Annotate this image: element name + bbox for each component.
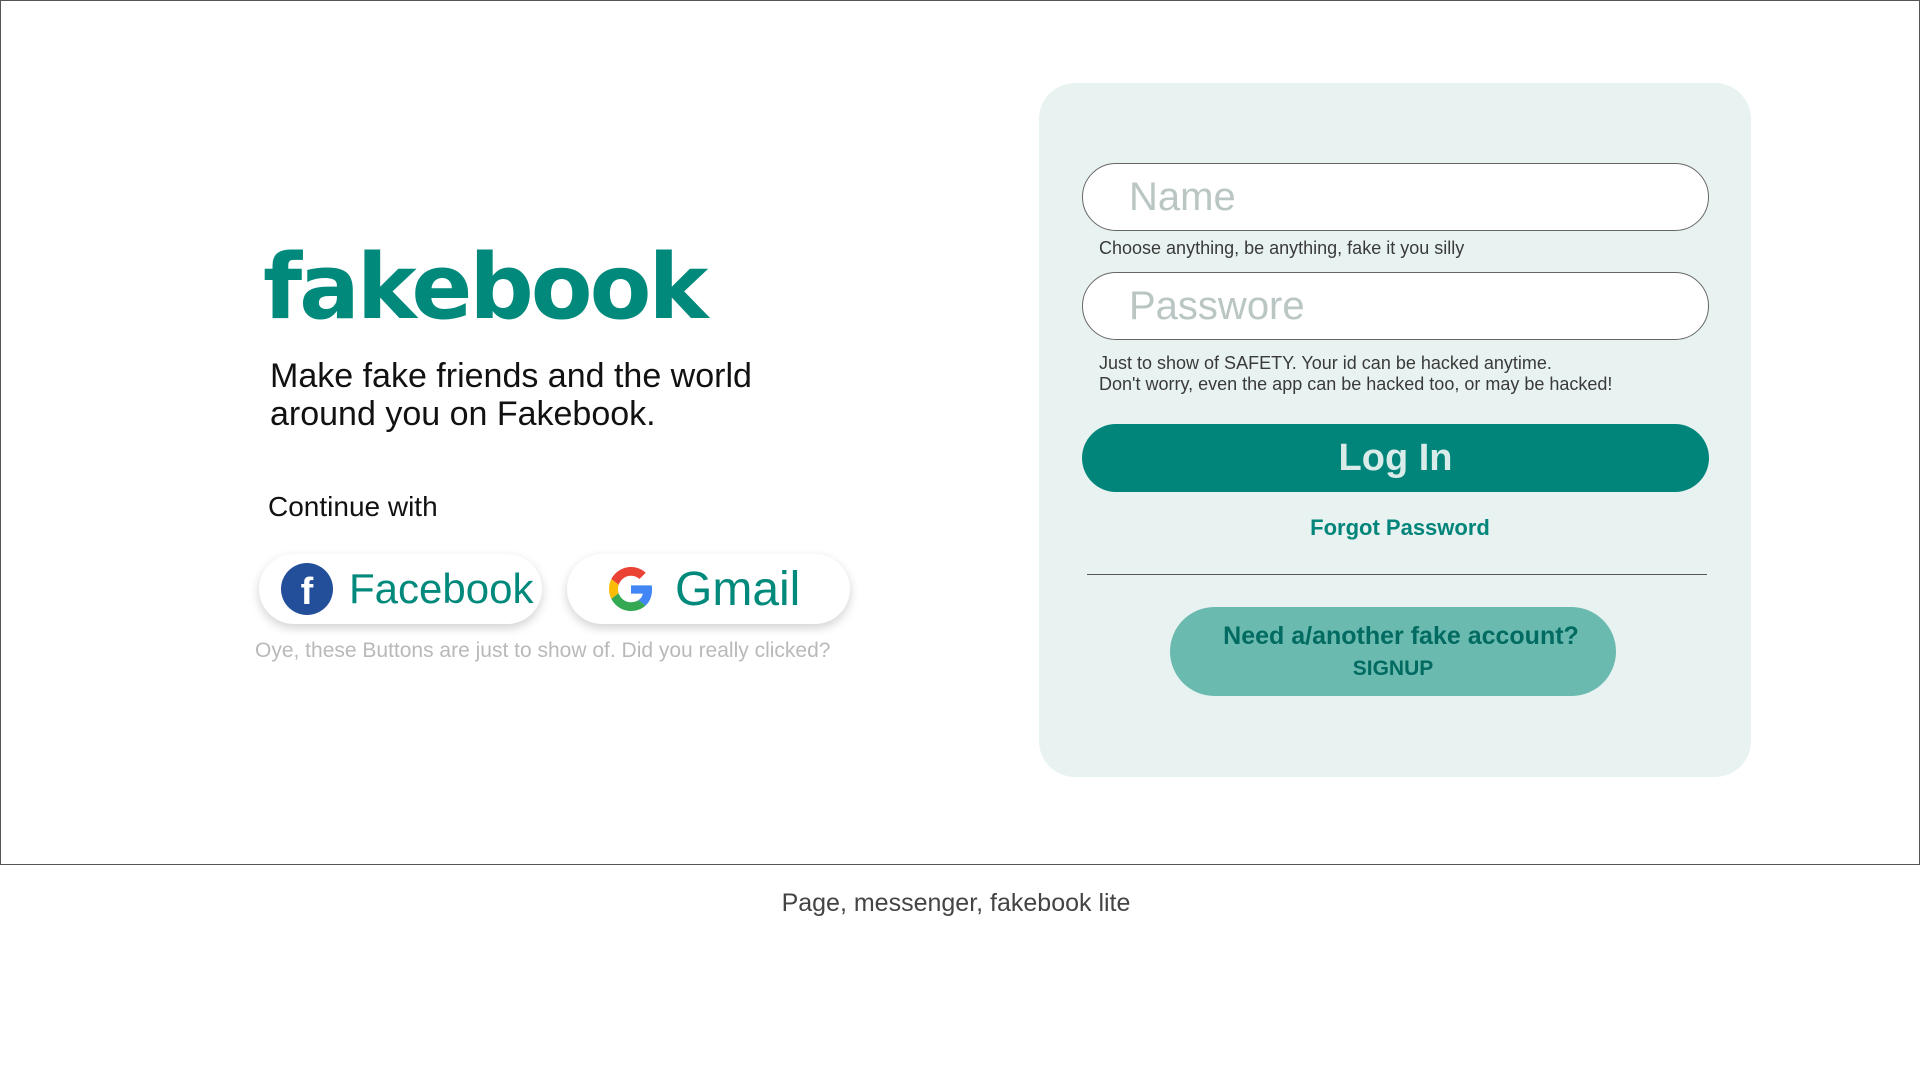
fakebook-logo: fakebook	[263, 235, 708, 340]
password-input[interactable]	[1082, 272, 1709, 340]
password-hint-line1: Just to show of SAFETY. Your id can be h…	[1099, 353, 1552, 373]
footer-links[interactable]: Page, messenger, fakebook lite	[0, 889, 1912, 918]
gmail-login-button[interactable]: Gmail	[567, 554, 850, 624]
tagline: Make fake friends and the world around y…	[270, 357, 752, 433]
continue-with-label: Continue with	[268, 491, 438, 522]
login-card: Choose anything, be anything, fake it yo…	[1039, 83, 1751, 777]
facebook-login-button[interactable]: f Facebook	[259, 554, 542, 624]
social-buttons-note: Oye, these Buttons are just to show of. …	[255, 639, 831, 662]
password-hint: Just to show of SAFETY. Your id can be h…	[1099, 353, 1612, 395]
name-input[interactable]	[1082, 163, 1709, 231]
login-button[interactable]: Log In	[1082, 424, 1709, 492]
facebook-button-label: Facebook	[349, 565, 534, 612]
page-frame: fakebook Make fake friends and the world…	[0, 0, 1920, 865]
signup-button-subtitle: SIGNUP	[1352, 657, 1434, 680]
forgot-password-link[interactable]: Forgot Password	[1039, 515, 1761, 541]
facebook-icon: f	[281, 563, 333, 615]
google-icon	[609, 567, 653, 611]
signup-button[interactable]: Need a/another fake account? SIGNUP	[1170, 607, 1616, 696]
signup-button-title: Need a/another fake account?	[1223, 622, 1579, 650]
name-hint: Choose anything, be anything, fake it yo…	[1099, 238, 1465, 258]
password-hint-line2: Don't worry, even the app can be hacked …	[1099, 374, 1613, 394]
gmail-button-label: Gmail	[675, 562, 801, 616]
divider	[1087, 574, 1707, 575]
